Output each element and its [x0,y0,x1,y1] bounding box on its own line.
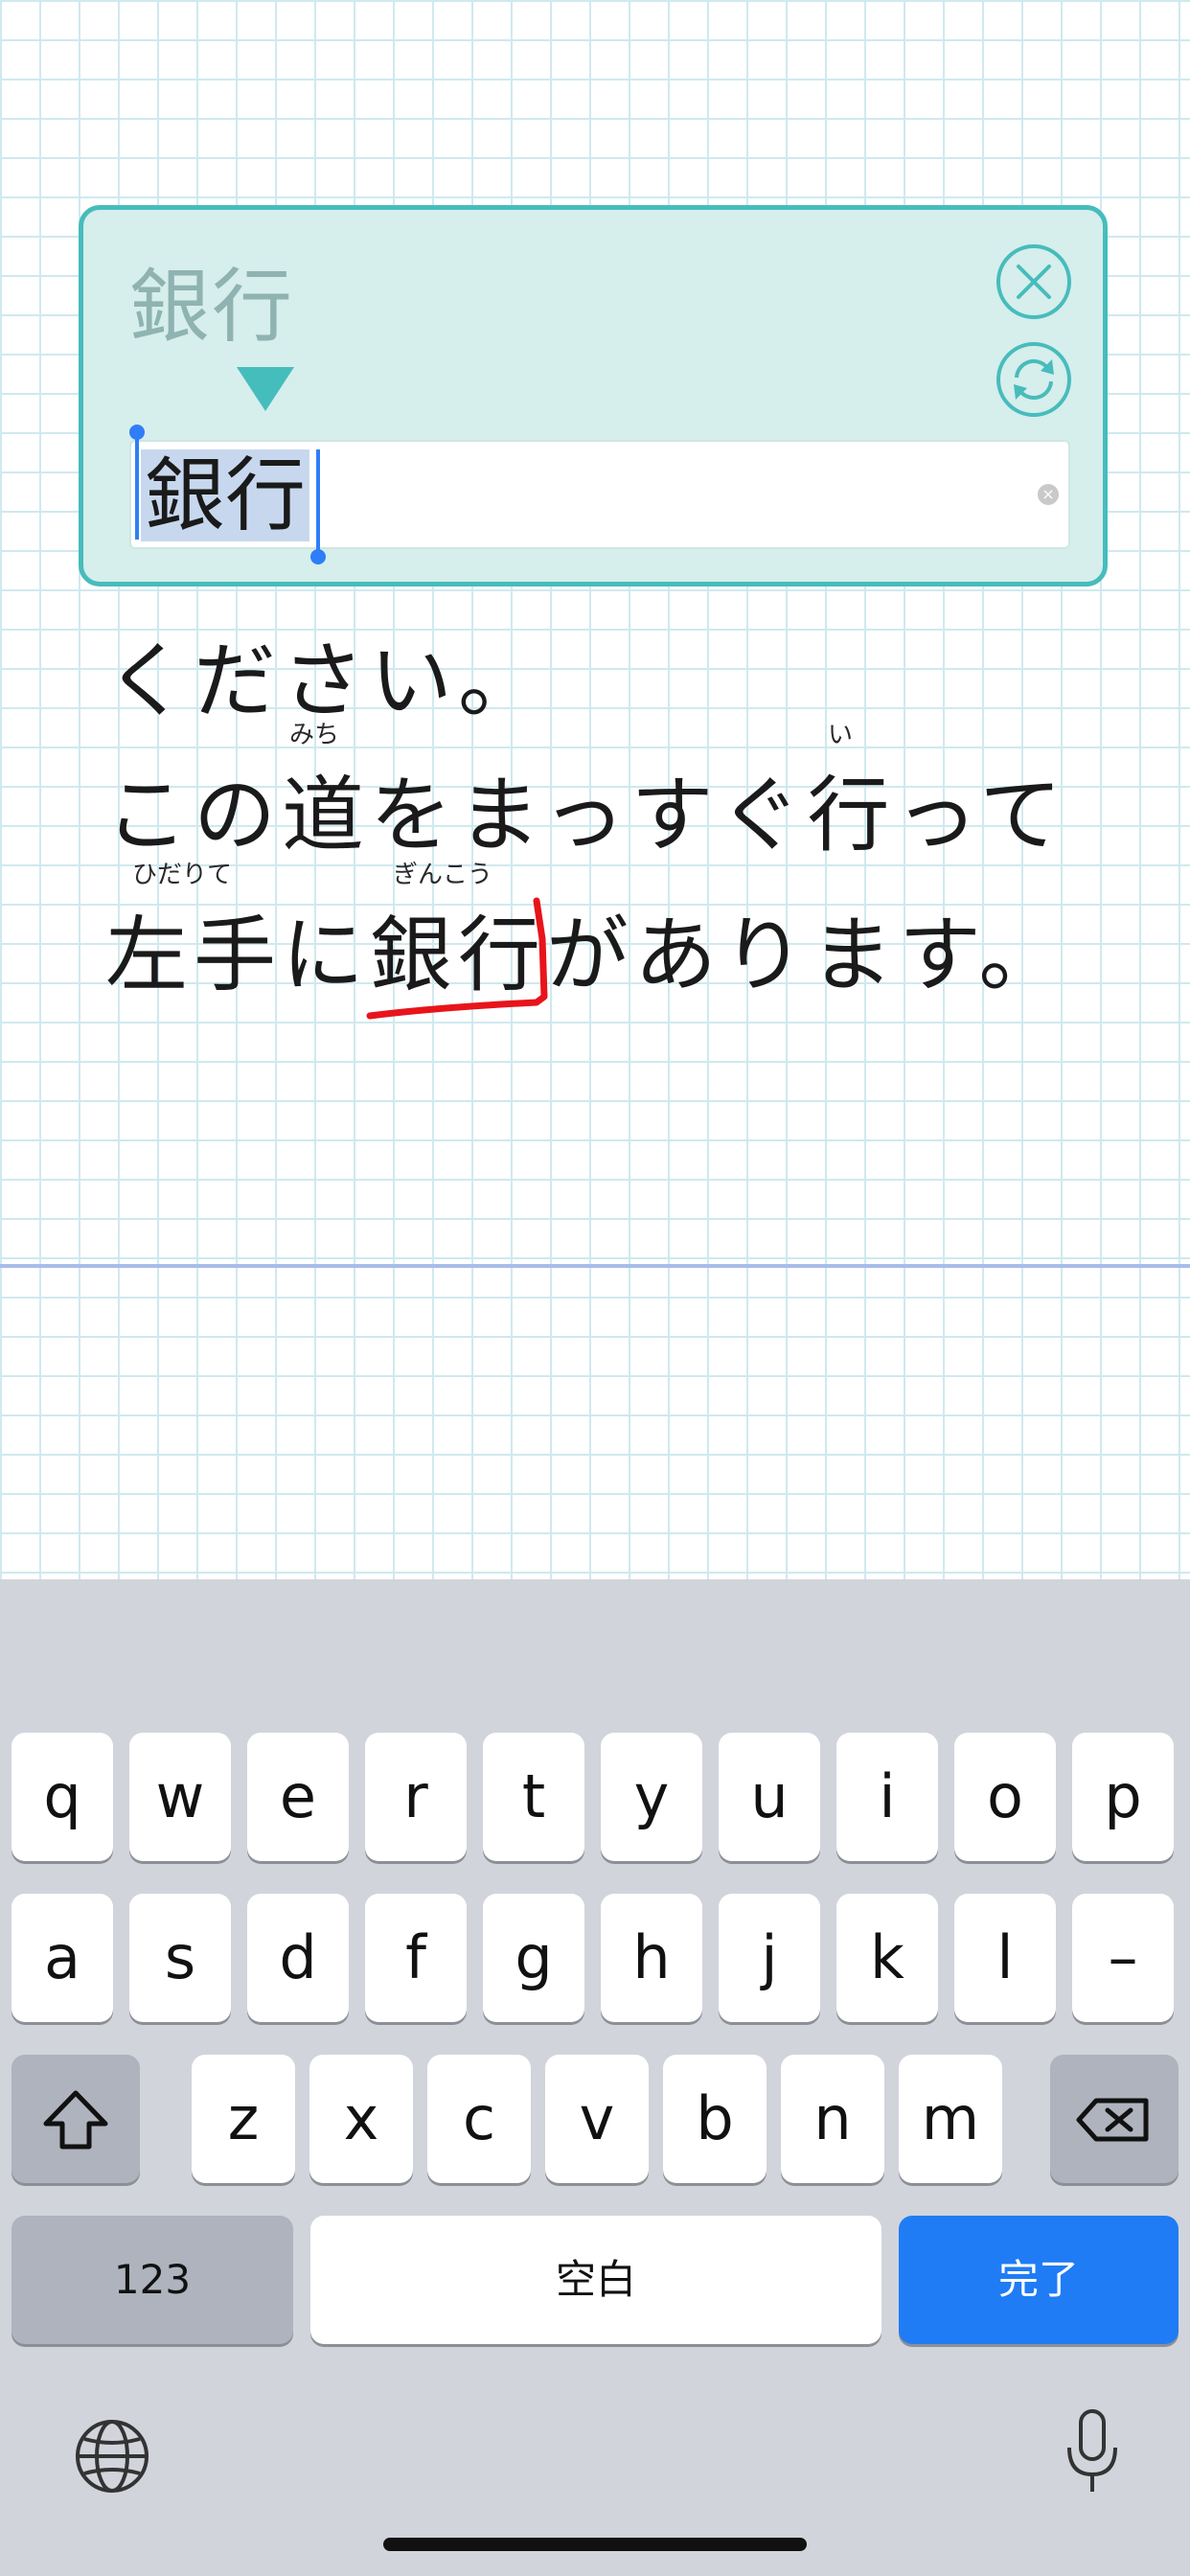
key-v[interactable]: v [545,2055,649,2183]
space-key[interactable]: 空白 [310,2216,881,2344]
key-b[interactable]: b [663,2055,767,2183]
key-j[interactable]: j [719,1894,820,2022]
key-x[interactable]: x [309,2055,413,2183]
key-d[interactable]: d [247,1894,349,2022]
key-m[interactable]: m [899,2055,1002,2183]
key-i[interactable]: i [836,1733,938,1861]
shift-icon [43,2090,108,2150]
done-key[interactable]: 完了 [899,2216,1179,2344]
key-r[interactable]: r [365,1733,467,1861]
key-s[interactable]: s [129,1894,231,2022]
dictation-button[interactable] [1062,2405,1123,2505]
key-z[interactable]: z [192,2055,295,2183]
handwritten-annotation [366,897,548,1020]
key-w[interactable]: w [129,1733,231,1861]
globe-icon [76,2420,149,2493]
key-h[interactable]: h [601,1894,702,2022]
key-c[interactable]: c [427,2055,531,2183]
key-t[interactable]: t [483,1733,584,1861]
home-indicator[interactable] [383,2538,807,2551]
key-l[interactable]: l [954,1894,1056,2022]
key-k[interactable]: k [836,1894,938,2022]
key-g[interactable]: g [483,1894,584,2022]
numbers-key[interactable]: 123 [11,2216,293,2344]
key-a[interactable]: a [11,1894,113,2022]
page-divider [0,1264,1190,1268]
key-o[interactable]: o [954,1733,1056,1861]
key-e[interactable]: e [247,1733,349,1861]
key-y[interactable]: y [601,1733,702,1861]
mic-icon [1067,2409,1117,2492]
delete-icon [1076,2098,1149,2142]
key-f[interactable]: f [365,1894,467,2022]
key-q[interactable]: q [11,1733,113,1861]
software-keyboard: qwertyuiop a s d f g h j k l – zxcvbnm 123 空白 完了 [0,1579,1190,2576]
shift-key[interactable] [11,2055,140,2183]
key-p[interactable]: p [1072,1733,1174,1861]
globe-button[interactable] [71,2415,153,2501]
key-u[interactable]: u [719,1733,820,1861]
delete-key[interactable] [1050,2055,1179,2183]
key-n[interactable]: n [781,2055,884,2183]
key-dash[interactable]: – [1072,1894,1174,2022]
